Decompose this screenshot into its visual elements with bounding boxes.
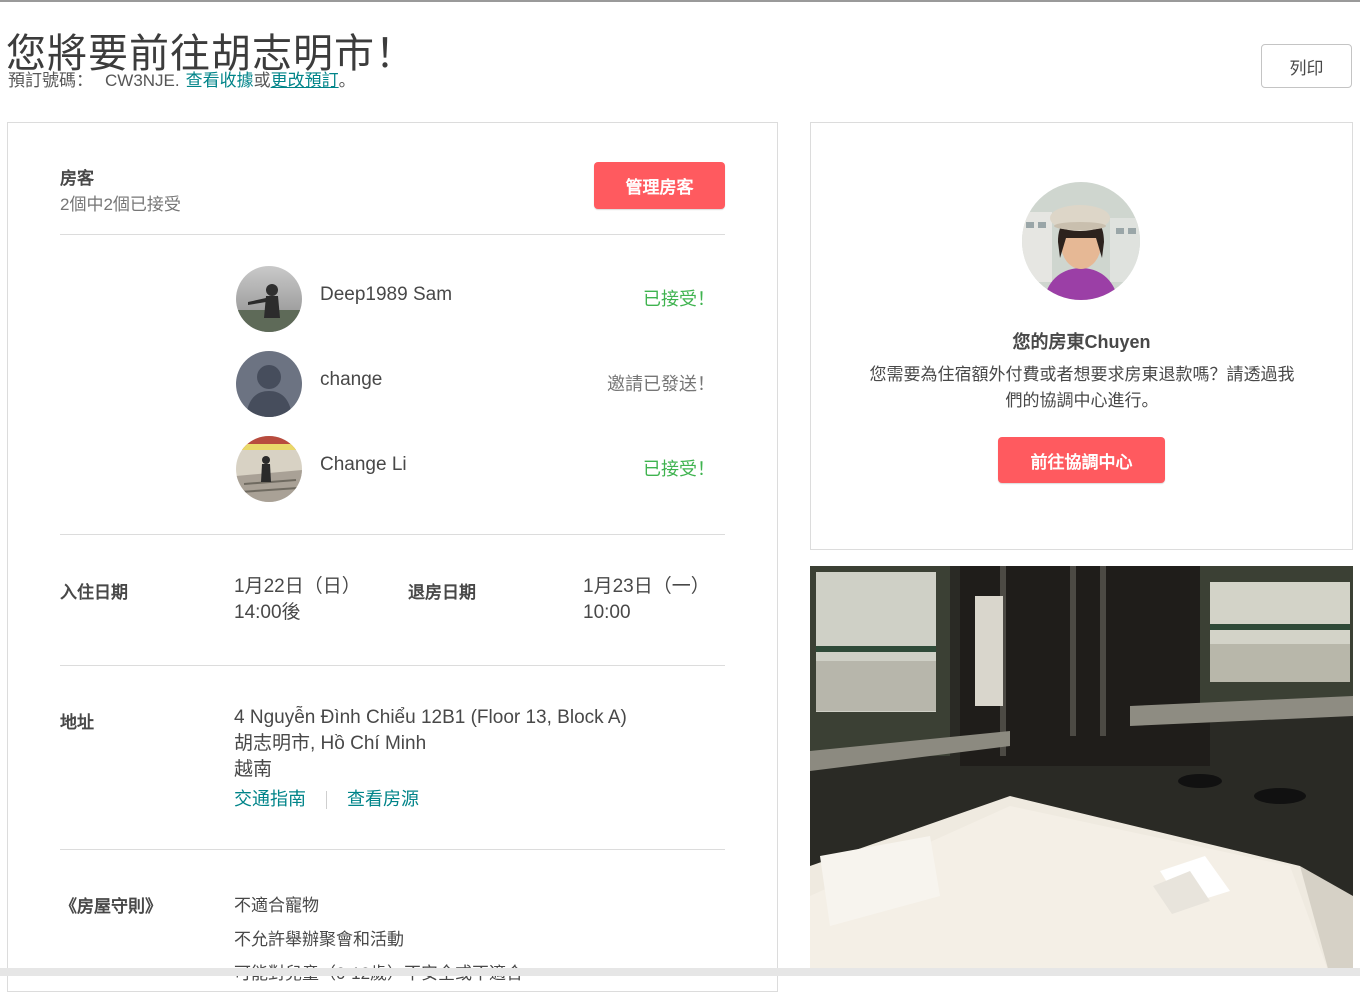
avatar[interactable] [236,351,302,417]
view-listing-link[interactable]: 查看房源 [347,789,419,809]
reservation-details-card [7,122,778,992]
avatar[interactable] [236,436,302,502]
manage-guests-button[interactable]: 管理房客 [594,162,725,209]
avatar[interactable] [236,266,302,332]
address-links: 交通指南 查看房源 [234,785,419,811]
host-name: 您的房東Chuyen [1012,332,1151,352]
booking-info: 預訂號碼： CW3NJE. 查看收據或更改預訂。 [8,66,356,91]
booking-code-label: 預訂號碼： [8,71,93,90]
period-text: 。 [338,71,356,90]
print-button[interactable]: 列印 [1261,44,1352,88]
host-avatar[interactable] [1022,182,1140,300]
divider [60,849,725,850]
listing-photo[interactable] [810,566,1353,976]
guest-photo-icon [236,436,302,502]
divider [60,534,725,535]
checkout-date: 1月23日（一） [583,576,710,597]
house-rule-item: 不允許舉辦聚會和活動 [234,930,404,949]
top-border [0,0,1360,2]
guests-count: 2個中2個已接受 [60,195,181,214]
address-label: 地址 [60,713,94,732]
booking-code: CW3NJE. [105,71,180,90]
house-rule-item: 不適合寵物 [234,896,319,915]
directions-link[interactable]: 交通指南 [234,789,306,809]
guest-status: 已接受！ [643,459,715,479]
address-line3: 越南 [234,759,273,780]
house-rules-label: 《房屋守則》 [60,897,162,916]
or-text: 或 [253,71,271,90]
address-line2: 胡志明市, Hồ Chí Minh [234,733,427,754]
guest-status: 邀請已發送！ [607,374,715,394]
horizontal-scrollbar[interactable] [0,968,1360,976]
divider [60,234,725,235]
address-line1: 4 Nguyễn Đình Chiểu 12B1 (Floor 13, Bloc… [234,707,627,728]
checkout-time: 10:00 [583,602,631,623]
guest-name: change [320,369,383,390]
checkin-label: 入住日期 [60,583,128,602]
guests-heading: 房客 [60,169,94,188]
guest-name: Deep1989 Sam [320,284,453,305]
link-separator [326,791,327,810]
guest-photo-icon [236,266,302,332]
change-booking-link[interactable]: 更改預訂 [271,71,339,90]
host-photo-icon [1022,182,1140,300]
room-image-icon [810,566,1353,976]
resolution-center-button[interactable]: 前往協調中心 [998,437,1165,483]
checkout-label: 退房日期 [408,583,476,602]
divider [60,665,725,666]
checkin-date: 1月22日（日） [234,576,361,597]
guest-name: Change Li [320,454,407,475]
checkin-time: 14:00後 [234,602,301,623]
guest-status: 已接受！ [643,289,715,309]
view-receipt-link[interactable]: 查看收據 [186,71,254,90]
host-description: 您需要為住宿額外付費或者想要求房東退款嗎？請透過我們的協調中心進行。 [869,365,1295,410]
default-user-icon [236,351,302,417]
